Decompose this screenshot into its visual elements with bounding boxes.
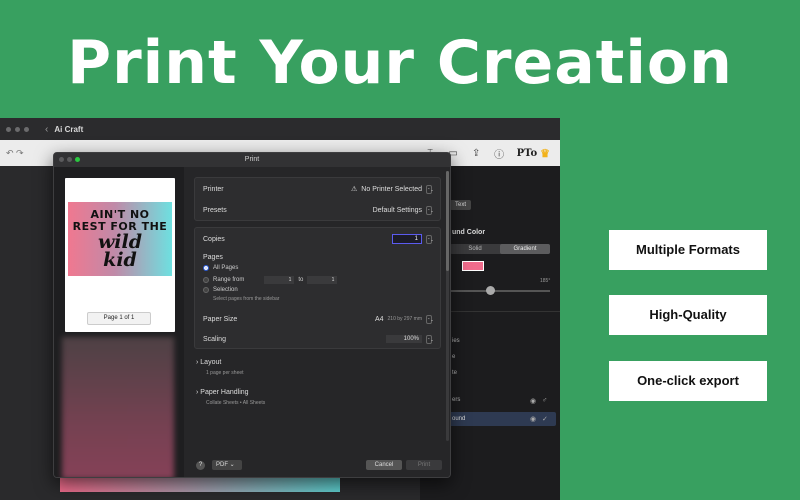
divider <box>448 311 560 312</box>
layer-row-selected[interactable]: ound <box>448 412 556 426</box>
design-artwork: AIN'T NO REST FOR THE wild kid <box>68 202 172 276</box>
background-color-label: und Color <box>452 229 486 236</box>
settings-column: Printer ⚠ No Printer Selected ⌃⌄ Presets D… <box>184 167 450 477</box>
popup-chevron-icon[interactable]: ⌃⌄ <box>426 314 434 324</box>
angle-slider-knob[interactable] <box>486 286 495 295</box>
pdf-label: PDF <box>216 462 228 468</box>
check-icon[interactable]: ✓ <box>542 415 548 423</box>
presets-value: Default Settings <box>372 206 422 214</box>
angle-value: 185° <box>540 278 551 284</box>
copies-pages-group: Copies 1 ⌃⌄ Pages All Pages Range from 1 … <box>194 227 441 349</box>
window-controls[interactable] <box>6 126 29 132</box>
print-button[interactable]: Print <box>406 460 442 470</box>
app-title: Ai Craft <box>54 124 84 134</box>
lock-icon[interactable]: ♂ <box>542 397 547 404</box>
copies-label: Copies <box>203 235 225 243</box>
pdf-menu-button[interactable]: PDF ⌄ <box>212 460 242 470</box>
segment-solid[interactable]: Solid <box>450 244 500 254</box>
share-icon[interactable]: ⇪ <box>471 148 482 159</box>
print-dialog: Print AIN'T NO REST FOR THE wild kid Pag… <box>53 152 451 478</box>
dialog-title: Print <box>244 156 260 163</box>
radio-range[interactable]: Range from 1 to 1 <box>203 276 338 284</box>
paper-handling-summary: Collate Sheets • All Sheets <box>206 400 266 406</box>
scaling-stepper[interactable]: ⌃⌄ <box>426 334 434 344</box>
printer-value: No Printer Selected <box>361 185 422 193</box>
paper-size-label: Paper Size <box>203 315 238 323</box>
presets-row[interactable]: Presets Default Settings ⌃⌄ <box>203 204 434 216</box>
paper-handling-disclosure[interactable]: › Paper Handling <box>196 389 249 396</box>
presets-label: Presets <box>203 206 227 214</box>
copies-row: Copies 1 ⌃⌄ <box>203 233 434 245</box>
section-item: te <box>452 370 458 376</box>
layout-disclosure[interactable]: › Layout <box>196 359 221 366</box>
pro-badge[interactable]: PTo ♛ <box>517 147 550 160</box>
popup-chevron-icon[interactable]: ⌃⌄ <box>426 205 434 215</box>
selection-label: Selection <box>213 287 238 293</box>
feature-card-quality: High-Quality <box>609 295 767 335</box>
all-pages-label: All Pages <box>213 265 239 271</box>
feature-card-export: One-click export <box>609 361 767 401</box>
info-icon[interactable]: ⓘ <box>494 148 505 161</box>
range-start-input[interactable]: 1 <box>264 276 295 284</box>
selection-hint: Select pages from the sidebar <box>213 296 280 302</box>
page-count-label: Page 1 of 1 <box>87 312 151 325</box>
segment-gradient[interactable]: Gradient <box>500 244 550 254</box>
layout-summary: 1 page per sheet <box>206 370 244 376</box>
paper-handling-label: Paper Handling <box>200 389 249 396</box>
scaling-row: Scaling 100% ⌃⌄ <box>203 333 434 345</box>
preview-column: AIN'T NO REST FOR THE wild kid Page 1 of… <box>54 167 184 477</box>
color-swatch[interactable] <box>462 261 484 271</box>
canvas-design-edge <box>60 478 340 492</box>
chevron-down-icon: ⌄ <box>229 462 235 468</box>
layout-label: Layout <box>200 359 222 366</box>
warning-icon: ⚠ <box>351 186 358 193</box>
headline: Print Your Creation <box>67 28 733 98</box>
copies-stepper[interactable]: ⌃⌄ <box>426 234 434 244</box>
fill-type-segmented[interactable]: Solid Gradient <box>450 244 550 254</box>
radio-dot[interactable] <box>203 287 209 293</box>
radio-dot[interactable] <box>203 277 209 283</box>
app-titlebar: ‹ Ai Craft <box>0 118 560 140</box>
popup-chevron-icon[interactable]: ⌃⌄ <box>426 184 434 194</box>
angle-slider-track[interactable] <box>450 290 550 292</box>
scaling-input[interactable]: 100% <box>386 335 422 343</box>
dialog-window-controls[interactable] <box>59 157 80 162</box>
scaling-label: Scaling <box>203 335 226 343</box>
text-button[interactable]: Text <box>450 200 472 210</box>
page-preview: AIN'T NO REST FOR THE wild kid Page 1 of… <box>65 178 175 332</box>
settings-scroll-thumb[interactable] <box>446 171 449 271</box>
feature-card-formats: Multiple Formats <box>609 230 767 270</box>
cancel-button[interactable]: Cancel <box>366 460 402 470</box>
help-button[interactable]: ? <box>196 461 205 470</box>
dialog-titlebar: Print <box>54 153 450 167</box>
pro-label: PTo <box>516 147 538 159</box>
dialog-footer: ? PDF ⌄ Cancel Print <box>184 455 450 477</box>
range-end-input[interactable]: 1 <box>307 276 338 284</box>
eye-icon[interactable]: ◉ <box>530 415 536 423</box>
printer-label: Printer <box>203 185 224 193</box>
undo-icon[interactable]: ↶ ↷ <box>6 148 24 159</box>
radio-selection[interactable]: Selection <box>203 287 238 293</box>
section-item: e <box>452 354 456 360</box>
radio-dot[interactable] <box>203 265 209 271</box>
printer-row[interactable]: Printer ⚠ No Printer Selected ⌃⌄ <box>203 183 434 195</box>
radio-all-pages[interactable]: All Pages <box>203 265 238 271</box>
paper-size-row[interactable]: Paper Size A4 210 by 297 mm ⌃⌄ <box>203 313 434 325</box>
range-from-label: Range from <box>213 277 245 283</box>
layer-name: ound <box>452 416 466 422</box>
copies-input[interactable]: 1 <box>392 234 422 244</box>
art-text-line: kid <box>103 249 137 271</box>
pages-label: Pages <box>203 254 223 261</box>
printer-group: Printer ⚠ No Printer Selected ⌃⌄ Presets D… <box>194 177 441 221</box>
preview-background <box>62 337 174 477</box>
paper-dimensions: 210 by 297 mm <box>387 316 422 322</box>
crown-icon: ♛ <box>540 146 550 160</box>
back-icon[interactable]: ‹ <box>45 124 48 135</box>
layers-label: ers <box>452 397 461 403</box>
range-to-label: to <box>298 277 304 283</box>
eye-icon[interactable]: ◉ <box>530 397 536 405</box>
section-label: ies <box>452 338 460 344</box>
paper-size-value: A4 <box>374 315 384 323</box>
